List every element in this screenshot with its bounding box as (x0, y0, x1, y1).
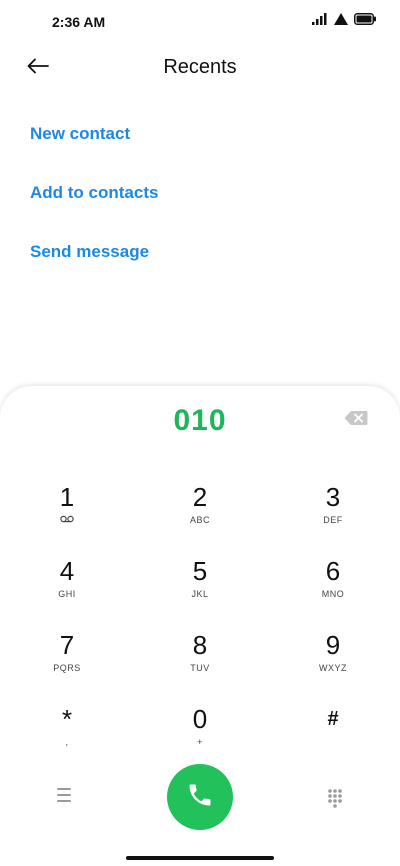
dialpad-icon (327, 789, 343, 812)
send-message-link[interactable]: Send message (30, 242, 149, 262)
add-to-contacts-link[interactable]: Add to contacts (30, 183, 158, 203)
key-6[interactable]: 6 MNO (293, 556, 373, 622)
key-1[interactable]: 1 (27, 482, 107, 548)
key-5[interactable]: 5 JKL (160, 556, 240, 622)
key-digit: 5 (192, 556, 208, 586)
key-3[interactable]: 3 DEF (293, 482, 373, 548)
key-star[interactable]: * , (27, 704, 107, 770)
key-digit: 0 (192, 704, 208, 734)
key-digit: * (61, 704, 73, 734)
battery-icon (354, 12, 376, 30)
key-digit: 8 (192, 630, 208, 660)
key-letters: GHI (58, 589, 76, 599)
key-digit: 1 (59, 482, 75, 512)
menu-icon (55, 788, 75, 806)
key-0[interactable]: 0 + (160, 704, 240, 770)
key-letters: , (65, 737, 69, 747)
key-letters: JKL (191, 589, 209, 599)
key-8[interactable]: 8 TUV (160, 630, 240, 696)
key-digit: 7 (59, 630, 75, 660)
key-digit: 3 (325, 482, 341, 512)
status-bar: 2:36 AM (0, 0, 400, 44)
dialer-actions (0, 764, 400, 834)
key-letters: + (197, 737, 203, 747)
dialpad-toggle-button[interactable] (327, 788, 345, 808)
wifi-icon (334, 12, 348, 30)
key-digit: 2 (192, 482, 208, 512)
status-icons (312, 12, 376, 30)
key-letters: TUV (190, 663, 210, 673)
key-2[interactable]: 2 ABC (160, 482, 240, 548)
key-digit: # (327, 708, 339, 730)
key-4[interactable]: 4 GHI (27, 556, 107, 622)
key-digit: 4 (59, 556, 75, 586)
header: Recents (0, 44, 400, 92)
backspace-icon (344, 411, 368, 430)
home-indicator[interactable] (126, 856, 274, 860)
menu-button[interactable] (55, 788, 75, 806)
signal-icon (312, 12, 328, 30)
key-hash[interactable]: # (293, 704, 373, 770)
key-letters: PQRS (53, 663, 81, 673)
status-time: 2:36 AM (52, 14, 106, 30)
dialer-panel: 010 1 2 ABC 3 DEF 4 GHI 5 JKL 6 MNO 7 PQ… (0, 386, 400, 866)
dialed-number[interactable]: 010 (0, 404, 400, 438)
page-title: Recents (163, 56, 237, 78)
key-letters: DEF (323, 515, 343, 525)
key-digit: 9 (325, 630, 341, 660)
key-letters: ABC (189, 515, 210, 525)
key-letters: WXYZ (319, 663, 347, 673)
key-letters: MNO (321, 589, 345, 599)
call-button[interactable] (167, 764, 233, 830)
new-contact-link[interactable]: New contact (30, 124, 130, 144)
key-9[interactable]: 9 WXYZ (293, 630, 373, 696)
backspace-button[interactable] (344, 410, 368, 428)
key-7[interactable]: 7 PQRS (27, 630, 107, 696)
voicemail-icon (27, 514, 107, 526)
phone-icon (186, 781, 214, 814)
dialer-screen: 2:36 AM Recents New contact Add to conta… (0, 0, 400, 866)
key-digit: 6 (325, 556, 341, 586)
